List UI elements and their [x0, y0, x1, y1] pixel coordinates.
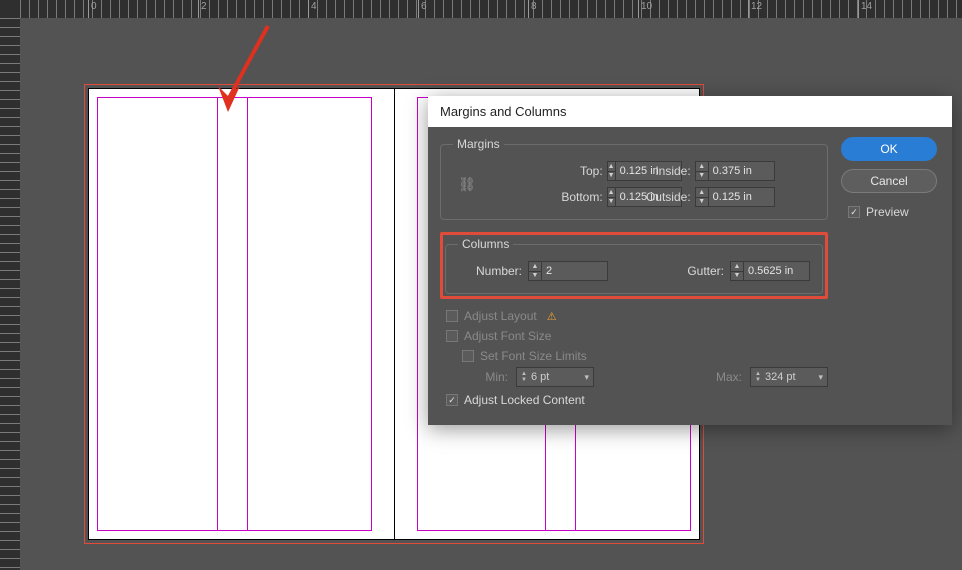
bottom-label: Bottom:: [521, 190, 603, 204]
ruler-label: 0: [91, 1, 97, 12]
adjust-layout-label: Adjust Layout: [464, 309, 537, 323]
checkbox-icon: [446, 394, 458, 406]
ruler-major-tick: [858, 0, 859, 18]
dialog-title: Margins and Columns: [428, 96, 952, 127]
ruler-label: 14: [861, 1, 872, 12]
adjust-font-size-checkbox[interactable]: Adjust Font Size: [446, 329, 828, 343]
adjust-font-size-label: Adjust Font Size: [464, 329, 551, 343]
outside-stepper[interactable]: ▲▼: [695, 187, 815, 207]
gutter-stepper[interactable]: ▲▼: [730, 261, 810, 281]
chevron-down-icon: ▾: [584, 372, 589, 383]
max-dropdown[interactable]: ▲▼ 324 pt ▾: [750, 367, 828, 387]
ruler-label: 8: [531, 1, 537, 12]
max-label: Max:: [696, 370, 742, 384]
stepper-arrows-icon[interactable]: ▲▼: [695, 187, 709, 207]
ruler-label: 6: [421, 1, 427, 12]
ruler-major-tick: [528, 0, 529, 18]
column-gutter-left: [247, 97, 248, 531]
top-stepper[interactable]: ▲▼: [607, 161, 629, 181]
min-value: 6 pt: [531, 371, 585, 383]
ruler-v-ticks: [0, 18, 20, 570]
columns-legend: Columns: [458, 237, 513, 251]
inside-label: Inside:: [633, 164, 691, 178]
page-left[interactable]: [88, 88, 394, 540]
max-value: 324 pt: [765, 371, 819, 383]
column-guide-left: [217, 97, 218, 531]
cancel-button[interactable]: Cancel: [841, 169, 937, 193]
gutter-label: Gutter:: [670, 264, 724, 278]
margins-fieldset: Margins Top: ▲▼ ⛓ Inside: ▲▼ Bottom:: [440, 137, 828, 220]
stepper-arrows-icon[interactable]: ▲▼: [730, 261, 744, 281]
margins-columns-dialog: Margins and Columns Margins Top: ▲▼ ⛓ In…: [428, 96, 952, 425]
columns-highlight-box: Columns Number: ▲▼ Gutter: ▲▼: [440, 232, 828, 299]
ruler-major-tick: [748, 0, 749, 18]
top-label: Top:: [521, 164, 603, 178]
min-label: Min:: [462, 370, 508, 384]
number-stepper[interactable]: ▲▼: [528, 261, 608, 281]
stepper-arrows-icon: ▲▼: [755, 371, 761, 383]
set-font-limits-checkbox[interactable]: Set Font Size Limits: [462, 349, 828, 363]
checkbox-icon: [446, 330, 458, 342]
margin-guide-left: [97, 97, 372, 531]
adjust-layout-checkbox[interactable]: Adjust Layout ⚠: [446, 309, 828, 323]
outside-input[interactable]: [709, 187, 775, 207]
adjust-locked-checkbox[interactable]: Adjust Locked Content: [446, 393, 828, 407]
ruler-major-tick: [638, 0, 639, 18]
adjust-locked-label: Adjust Locked Content: [464, 393, 585, 407]
min-dropdown[interactable]: ▲▼ 6 pt ▾: [516, 367, 594, 387]
preview-checkbox[interactable]: Preview: [848, 205, 909, 219]
ruler-horizontal[interactable]: 0246810121416: [20, 0, 962, 18]
stepper-arrows-icon[interactable]: ▲▼: [528, 261, 542, 281]
preview-label: Preview: [866, 205, 909, 219]
stepper-arrows-icon: ▲▼: [521, 371, 527, 383]
inside-stepper[interactable]: ▲▼: [695, 161, 815, 181]
ruler-h-ticks: [20, 0, 962, 18]
columns-fieldset: Columns Number: ▲▼ Gutter: ▲▼: [445, 237, 823, 294]
ok-button[interactable]: OK: [841, 137, 937, 161]
checkbox-icon: [848, 206, 860, 218]
ruler-major-tick: [198, 0, 199, 18]
ruler-corner: [0, 0, 20, 18]
ruler-label: 12: [751, 1, 762, 12]
ruler-major-tick: [88, 0, 89, 18]
bottom-stepper[interactable]: ▲▼: [607, 187, 629, 207]
ruler-label: 2: [201, 1, 207, 12]
chevron-down-icon: ▾: [818, 372, 823, 383]
checkbox-icon: [446, 310, 458, 322]
stepper-arrows-icon[interactable]: ▲▼: [695, 161, 709, 181]
ruler-major-tick: [418, 0, 419, 18]
link-margins-icon[interactable]: ⛓: [457, 176, 477, 193]
outside-label: Outside:: [633, 190, 691, 204]
ruler-major-tick: [308, 0, 309, 18]
number-label: Number:: [458, 264, 522, 278]
gutter-input[interactable]: [744, 261, 810, 281]
ruler-label: 10: [641, 1, 652, 12]
margins-legend: Margins: [453, 137, 504, 151]
warning-icon: ⚠: [547, 310, 557, 323]
stepper-arrows-icon[interactable]: ▲▼: [607, 187, 616, 207]
ruler-label: 4: [311, 1, 317, 12]
number-input[interactable]: [542, 261, 608, 281]
stepper-arrows-icon[interactable]: ▲▼: [607, 161, 616, 181]
set-font-limits-label: Set Font Size Limits: [480, 349, 587, 363]
checkbox-icon: [462, 350, 474, 362]
inside-input[interactable]: [709, 161, 775, 181]
ruler-vertical[interactable]: [0, 18, 20, 570]
